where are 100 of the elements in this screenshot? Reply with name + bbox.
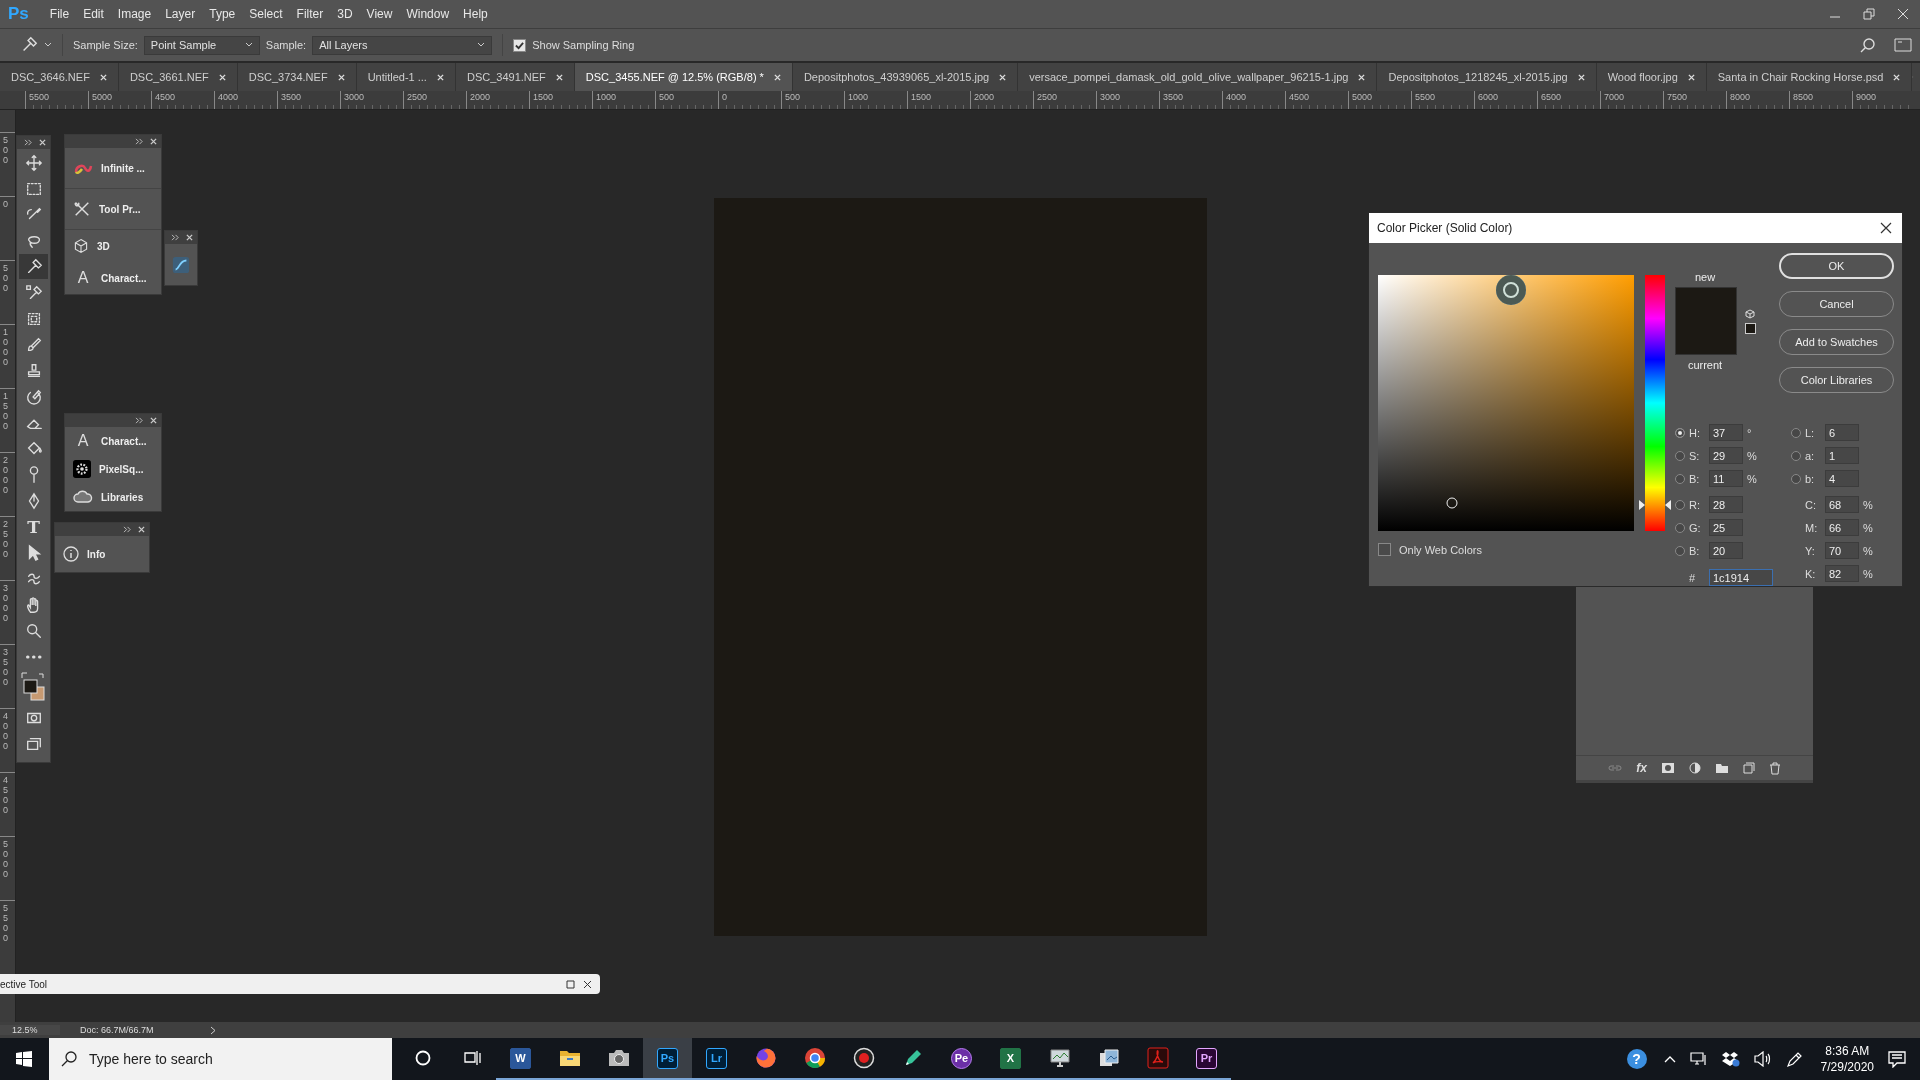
eyedropper-icon[interactable]: [20, 36, 38, 54]
collapse-icon[interactable]: [135, 417, 144, 424]
checkbox[interactable]: [513, 38, 527, 52]
value-field[interactable]: 25: [1709, 519, 1743, 536]
sample-size-dropdown[interactable]: Point Sample: [143, 35, 260, 55]
collapse-icon[interactable]: [123, 526, 132, 533]
radio-button[interactable]: [1791, 427, 1801, 438]
radio-button[interactable]: [1675, 522, 1685, 533]
panel-button[interactable]: Info: [55, 536, 149, 572]
value-field[interactable]: 29: [1709, 447, 1743, 464]
search-icon[interactable]: [1860, 37, 1876, 53]
taskbar-button[interactable]: Pr: [1182, 1038, 1231, 1080]
collapse-icon[interactable]: [135, 138, 144, 145]
checkbox[interactable]: [1378, 543, 1391, 556]
taskbar-button[interactable]: W: [496, 1038, 545, 1080]
trash-icon[interactable]: [1768, 761, 1781, 775]
hue-slider-handle[interactable]: [1639, 500, 1671, 511]
search-field[interactable]: Type here to search: [49, 1038, 392, 1080]
adjustment-icon[interactable]: [1688, 762, 1701, 774]
cube-icon[interactable]: [1745, 308, 1755, 319]
zoom-field[interactable]: 12.5%: [0, 1025, 60, 1035]
new-layer-icon[interactable]: [1742, 762, 1755, 774]
hex-field[interactable]: 1c1914: [1709, 569, 1773, 586]
collapse-icon[interactable]: [24, 139, 33, 146]
type-tool[interactable]: T: [19, 514, 48, 539]
value-field[interactable]: 66: [1825, 519, 1859, 536]
panel-button[interactable]: PixelSq...: [65, 455, 161, 483]
workspace-icon[interactable]: [1894, 37, 1912, 53]
mask-icon[interactable]: [1660, 762, 1675, 774]
dialog-button[interactable]: Color Libraries: [1779, 367, 1894, 393]
checkbox-label: Show Sampling Ring: [532, 39, 635, 51]
panel-title: ective Tool: [0, 978, 48, 990]
dialog-button[interactable]: OK: [1779, 253, 1894, 279]
panel-button[interactable]: 3D: [65, 230, 161, 262]
radio-button[interactable]: [1675, 499, 1685, 510]
field-label: b:: [1805, 472, 1816, 485]
radio-button[interactable]: [1791, 450, 1801, 461]
panel-button[interactable]: A Charact...: [65, 427, 161, 455]
folder-icon[interactable]: [1714, 762, 1729, 774]
radio-button[interactable]: [1675, 427, 1685, 438]
taskbar-button[interactable]: Lr: [692, 1038, 741, 1080]
taskbar-button[interactable]: Pe: [937, 1038, 986, 1080]
menu-item[interactable]: Filter: [289, 7, 331, 21]
taskbar-button[interactable]: Ps: [643, 1038, 692, 1080]
value-field[interactable]: 6: [1825, 424, 1859, 441]
document-tab[interactable]: DSC_3455.NEF @ 12.5% (RGB/8) *: [574, 63, 793, 91]
value-field[interactable]: 20: [1709, 542, 1743, 559]
tool-button[interactable]: [19, 254, 48, 279]
hue-slider[interactable]: [1637, 275, 1673, 531]
menu-item[interactable]: Image: [110, 7, 159, 21]
menu-item[interactable]: File: [42, 7, 77, 21]
web-color-swatch[interactable]: [1745, 322, 1756, 334]
chevron-up-icon[interactable]: [1663, 1055, 1676, 1063]
panel-button[interactable]: Libraries: [65, 483, 161, 511]
clock-date[interactable]: 7/29/2020: [1820, 1059, 1874, 1075]
windows-icon[interactable]: [16, 1051, 32, 1067]
restore-icon[interactable]: [566, 979, 575, 989]
pen-icon[interactable]: [1785, 1050, 1804, 1068]
value-field[interactable]: 4: [1825, 470, 1859, 487]
menu-item[interactable]: Layer: [158, 7, 203, 21]
value-field[interactable]: 70: [1825, 542, 1859, 559]
panel-button[interactable]: Tool Pr...: [65, 189, 161, 230]
value-field[interactable]: 37: [1709, 424, 1743, 441]
volume-icon[interactable]: [1753, 1051, 1772, 1067]
close-icon[interactable]: [1880, 222, 1892, 234]
chevron-icon[interactable]: [210, 1025, 216, 1035]
menu-item[interactable]: Edit: [76, 7, 111, 21]
value-field[interactable]: 11: [1709, 470, 1743, 487]
menu-item[interactable]: Select: [242, 7, 290, 21]
value-field[interactable]: 1: [1825, 447, 1859, 464]
dialog-button[interactable]: Add to Swatches: [1779, 329, 1894, 355]
value-field[interactable]: 82: [1825, 565, 1859, 582]
fx-button[interactable]: fx: [1636, 761, 1647, 775]
clock-time[interactable]: 8:36 AM: [1825, 1043, 1870, 1059]
sample-dropdown[interactable]: All Layers: [312, 35, 493, 55]
collapse-icon[interactable]: [171, 234, 180, 241]
menu-item[interactable]: Help: [456, 7, 495, 21]
help-icon[interactable]: ?: [1626, 1049, 1647, 1069]
menu-item[interactable]: Type: [202, 7, 243, 21]
menu-item[interactable]: Window: [399, 7, 457, 21]
close-icon[interactable]: [583, 979, 592, 989]
panel-button[interactable]: Infinite ...: [65, 148, 161, 189]
network-icon[interactable]: [1689, 1051, 1708, 1067]
value-field[interactable]: 68: [1825, 496, 1859, 513]
radio-button[interactable]: [1791, 473, 1801, 484]
dropbox-icon[interactable]: [1721, 1051, 1740, 1067]
menu-item[interactable]: View: [359, 7, 400, 21]
radio-button[interactable]: [1675, 450, 1685, 461]
value-field[interactable]: 28: [1709, 496, 1743, 513]
caret-icon[interactable]: [44, 42, 52, 48]
more-icon: [24, 654, 43, 659]
menu-item[interactable]: 3D: [330, 7, 360, 21]
panel-button[interactable]: A Charact...: [65, 262, 161, 294]
curve-icon[interactable]: [172, 256, 190, 274]
radio-button[interactable]: [1675, 473, 1685, 484]
taskbar-button[interactable]: X: [986, 1038, 1035, 1080]
radio-button[interactable]: [1675, 545, 1685, 556]
notifications-icon[interactable]: [1888, 1050, 1906, 1068]
dialog-button[interactable]: Cancel: [1779, 291, 1894, 317]
color-field[interactable]: [1378, 275, 1634, 531]
